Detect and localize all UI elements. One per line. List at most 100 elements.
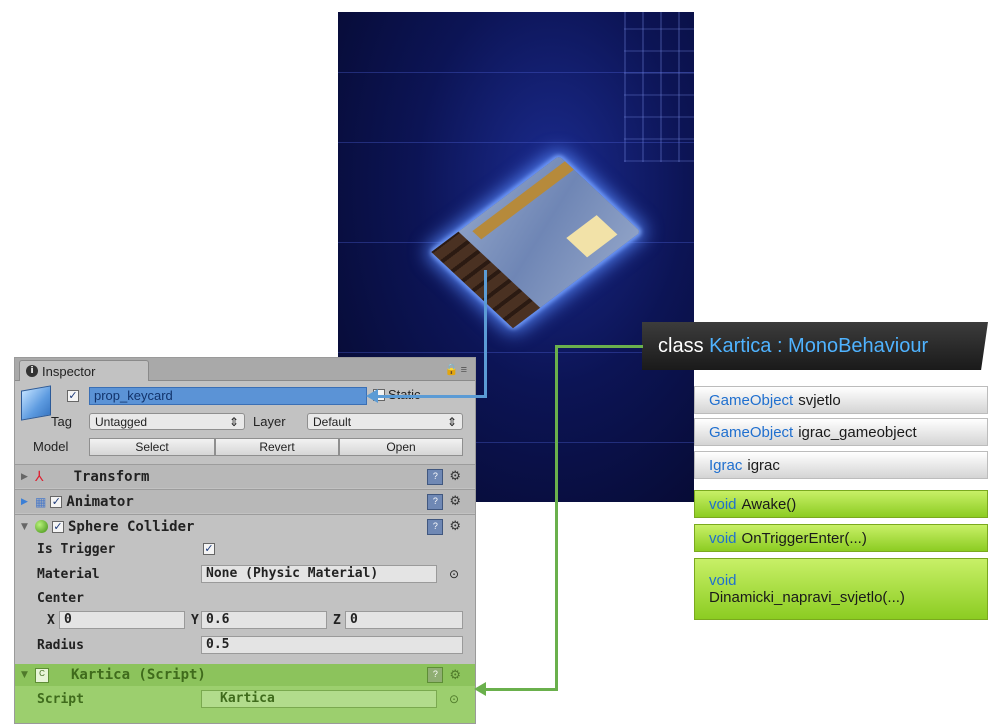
is-trigger-checkbox[interactable]: ✓: [203, 543, 215, 555]
floor-line: [338, 72, 694, 73]
floor-line: [338, 142, 694, 143]
class-member-field: GameObject svjetlo: [694, 386, 988, 414]
layer-label: Layer: [253, 414, 286, 429]
member-type: Igrac: [709, 456, 743, 474]
member-name: igrac_gameobject: [798, 423, 917, 441]
script-component-header[interactable]: ▼ C Kartica (Script) ? ⚙: [15, 664, 475, 686]
animator-title: Animator: [66, 493, 134, 510]
help-icon[interactable]: ?: [427, 468, 444, 485]
object-name-field[interactable]: prop_keycard: [89, 387, 367, 405]
gear-icon[interactable]: ⚙: [449, 519, 461, 534]
collider-header-icons: ? ⚙: [427, 518, 461, 535]
animator-enabled-checkbox[interactable]: ✓: [50, 495, 63, 508]
center-y-field[interactable]: 0.6: [201, 611, 327, 629]
radius-field[interactable]: 0.5: [201, 636, 463, 654]
help-icon[interactable]: ?: [427, 493, 444, 510]
gear-icon[interactable]: ⚙: [449, 668, 461, 683]
keycard-body: [431, 155, 641, 329]
lock-menu-icon[interactable]: 🔒≡: [445, 363, 469, 376]
connector-line-green: [555, 345, 643, 348]
model-select-button[interactable]: Select: [89, 438, 215, 456]
class-member-method: void Awake(): [694, 490, 988, 518]
center-label: Center: [37, 591, 84, 606]
info-icon: i: [26, 365, 38, 377]
transform-header-icons: ? ⚙: [427, 468, 461, 485]
script-title: Kartica (Script): [71, 667, 206, 683]
tag-label: Tag: [51, 414, 72, 429]
chevron-updown-icon: ⇕: [228, 414, 239, 429]
fold-arrow-icon[interactable]: ▼: [21, 670, 31, 680]
object-picker-icon[interactable]: ⊙: [449, 692, 459, 706]
inspector-panel: i Inspector 🔒≡ ✓ prop_keycard Static Tag…: [14, 357, 476, 724]
chevron-updown-icon: ⇕: [446, 414, 457, 429]
script-component: ▼ C Kartica (Script) ? ⚙ Script Kartica …: [15, 664, 475, 723]
layer-dropdown[interactable]: Default ⇕: [307, 413, 463, 430]
floor-line: [338, 352, 694, 353]
script-label: Script: [37, 692, 84, 707]
model-label: Model: [33, 439, 69, 454]
arrowhead-left-icon: [474, 682, 486, 696]
class-member-method: void OnTriggerEnter(...): [694, 524, 988, 552]
class-name: Kartica : MonoBehaviour: [709, 334, 929, 357]
center-y-label: Y: [191, 613, 199, 628]
class-member-method: void Dinamicki_napravi_svjetlo(...): [694, 558, 988, 620]
script-value: Kartica: [220, 691, 275, 706]
sphere-collider-component-header[interactable]: ▼ ✓ Sphere Collider ? ⚙: [15, 514, 475, 538]
center-z-label: Z: [333, 613, 341, 628]
class-member-field: GameObject igrac_gameobject: [694, 418, 988, 446]
is-trigger-label: Is Trigger: [37, 542, 116, 557]
class-keyword: class: [658, 334, 704, 357]
tag-value: Untagged: [95, 414, 148, 429]
fold-arrow-icon[interactable]: ▶: [21, 497, 31, 507]
radius-label: Radius: [37, 638, 84, 653]
member-name: OnTriggerEnter(...): [741, 529, 867, 547]
object-picker-icon[interactable]: ⊙: [449, 567, 459, 581]
help-icon[interactable]: ?: [427, 518, 444, 535]
gear-icon[interactable]: ⚙: [449, 469, 461, 484]
fold-arrow-icon[interactable]: ▼: [21, 522, 31, 532]
member-name: svjetlo: [798, 391, 841, 409]
member-name: Dinamicki_napravi_svjetlo(...): [709, 589, 905, 606]
transform-axes-icon: ⅄: [35, 468, 44, 484]
center-x-label: X: [47, 613, 55, 628]
animator-header-icons: ? ⚙: [427, 493, 461, 510]
active-checkbox[interactable]: ✓: [67, 390, 79, 402]
class-title-banner: class Kartica : MonoBehaviour: [642, 322, 988, 370]
collider-enabled-checkbox[interactable]: ✓: [52, 520, 64, 533]
help-icon[interactable]: ?: [427, 667, 444, 683]
keycard-photo: [566, 215, 618, 258]
model-open-button[interactable]: Open: [339, 438, 463, 456]
connector-line-blue: [484, 270, 487, 398]
tag-dropdown[interactable]: Untagged ⇕: [89, 413, 245, 430]
keycard-object[interactable]: [431, 155, 641, 329]
gear-icon[interactable]: ⚙: [449, 494, 461, 509]
center-z-field[interactable]: 0: [345, 611, 463, 629]
transform-component-header[interactable]: ▶ ⅄ Transform ? ⚙: [15, 464, 475, 488]
script-field[interactable]: Kartica: [201, 690, 437, 708]
fold-arrow-icon[interactable]: ▶: [21, 472, 31, 482]
member-type: void: [709, 572, 737, 589]
material-field[interactable]: None (Physic Material): [201, 565, 437, 583]
center-x-field[interactable]: 0: [59, 611, 185, 629]
tab-inspector[interactable]: i Inspector: [19, 360, 149, 381]
member-name: igrac: [747, 456, 780, 474]
material-label: Material: [37, 567, 100, 582]
sphere-collider-title: Sphere Collider: [68, 518, 195, 535]
connector-line-green: [555, 345, 558, 691]
model-revert-button[interactable]: Revert: [215, 438, 339, 456]
layer-value: Default: [313, 414, 352, 429]
member-type: GameObject: [709, 423, 794, 441]
connector-line-green: [486, 688, 558, 691]
inspector-tabbar: i Inspector 🔒≡: [15, 358, 475, 381]
wall-panel: [624, 12, 694, 162]
member-type: GameObject: [709, 391, 794, 409]
sphere-collider-icon: [35, 520, 48, 533]
script-header-icons: ? ⚙: [427, 667, 461, 683]
connector-line-blue: [378, 395, 487, 398]
class-member-field: Igrac igrac: [694, 451, 988, 479]
tab-inspector-label: Inspector: [42, 363, 96, 379]
arrowhead-left-icon: [366, 389, 378, 403]
transform-title: Transform: [73, 468, 150, 485]
animator-icon: ▦: [35, 494, 47, 509]
animator-component-header[interactable]: ▶ ▦ ✓ Animator ? ⚙: [15, 489, 475, 513]
